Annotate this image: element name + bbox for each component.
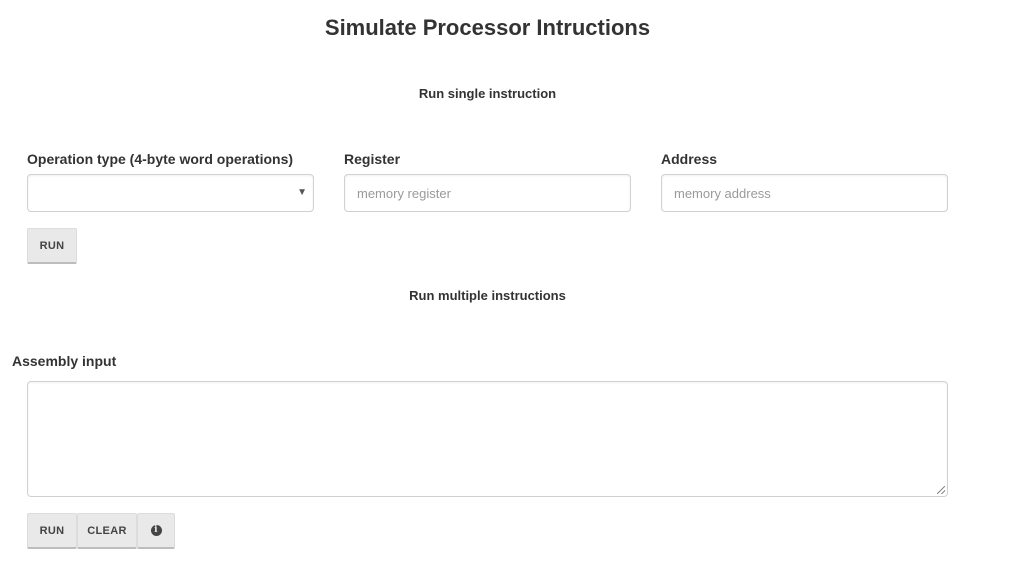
- address-label: Address: [661, 151, 718, 167]
- single-instruction-heading: Run single instruction: [418, 86, 557, 101]
- assembly-input-label: Assembly input: [12, 353, 117, 369]
- run-single-button[interactable]: RUN: [27, 228, 77, 264]
- register-input[interactable]: [345, 175, 630, 211]
- multiple-instructions-heading: Run multiple instructions: [409, 288, 566, 303]
- clear-button[interactable]: CLEAR: [77, 513, 137, 549]
- register-field-wrapper: [344, 174, 631, 212]
- page-title: Simulate Processor Intructions: [324, 15, 651, 40]
- dropdown-arrow-icon: ▼: [297, 187, 307, 198]
- resize-handle-icon[interactable]: [937, 486, 945, 494]
- operation-type-label: Operation type (4-byte word operations): [27, 151, 294, 167]
- address-field-wrapper: [661, 174, 948, 212]
- page: Simulate Processor Intructions Run singl…: [0, 0, 1018, 572]
- info-button[interactable]: i: [137, 513, 175, 549]
- run-multiple-button[interactable]: RUN: [27, 513, 77, 549]
- operation-type-select[interactable]: ▼: [27, 174, 314, 212]
- assembly-input-textarea[interactable]: [27, 381, 948, 497]
- address-input[interactable]: [662, 175, 947, 211]
- register-label: Register: [344, 151, 401, 167]
- info-circle-icon: i: [150, 525, 162, 536]
